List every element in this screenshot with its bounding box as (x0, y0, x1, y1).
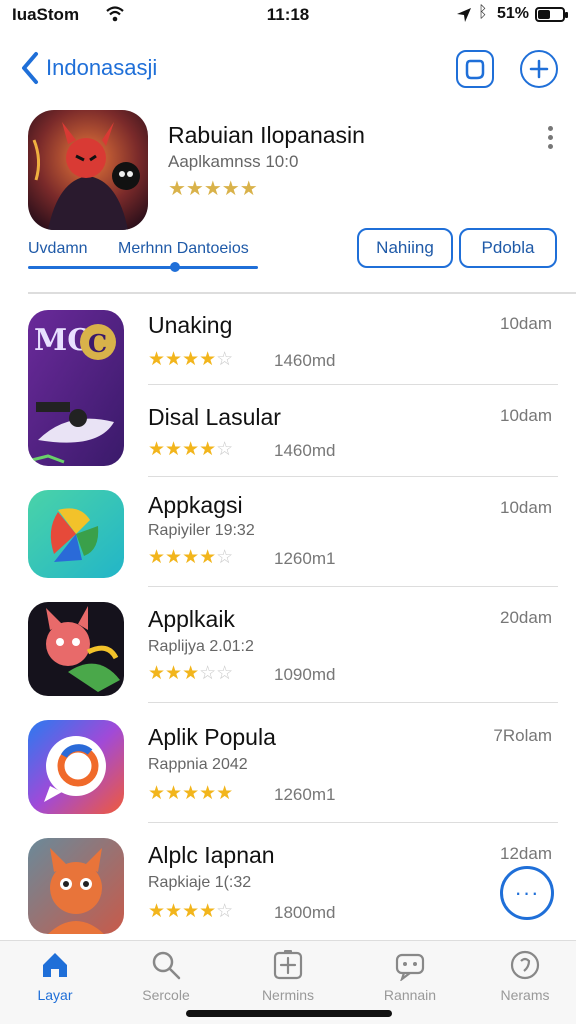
stars-filled: ★★★★ (148, 349, 217, 370)
app-rating: ★★★★★ (148, 782, 233, 805)
stars-filled: ★★★★ (148, 439, 217, 460)
tab-label: Sercole (142, 987, 190, 1003)
app-title: Aplik Popula (148, 724, 276, 750)
tab-label: Layar (37, 987, 73, 1003)
profile-icon (510, 950, 540, 980)
app-count: 1260m1 (274, 549, 336, 568)
row-divider (148, 822, 558, 823)
app-time: 12dam (500, 844, 552, 863)
home-icon (43, 953, 67, 977)
app-subtitle: Rapkiaje 1(:32 (148, 874, 252, 891)
row-divider (148, 702, 558, 703)
tab-add[interactable]: Nermins (243, 949, 333, 1003)
tab-left[interactable]: Uvdamn (28, 240, 88, 258)
stars-empty: ☆☆ (199, 663, 234, 684)
featured-app: Rabuian Ilopanasin Aaplkamnss 10:0 ★★★★★… (28, 110, 558, 290)
status-bar: IuaStom 11:18 ᛒ 51% (0, 0, 576, 30)
app-count: 1090md (274, 665, 336, 684)
app-time: 7Rolam (493, 726, 552, 745)
add-button[interactable] (520, 50, 558, 88)
chevron-left-icon (22, 52, 38, 84)
app-subtitle: Rapiyiler 19:32 (148, 522, 255, 539)
battery-icon (535, 7, 568, 22)
battery-level-fill (538, 10, 551, 19)
devil-character-icon (28, 110, 148, 230)
pill-button-one[interactable]: Nahiing (357, 228, 453, 268)
bluetooth-icon: ᛒ (478, 4, 488, 21)
tab-messages[interactable]: Rannain (365, 949, 455, 1003)
progress-slider[interactable] (28, 262, 258, 272)
game-art-icon-purple[interactable]: MO C (28, 310, 124, 466)
stars-empty: ☆ (216, 349, 234, 370)
row-divider (148, 586, 558, 587)
slider-knob[interactable] (170, 262, 181, 272)
tab-label: Nermins (261, 987, 315, 1003)
app-time: 10dam (500, 498, 552, 517)
back-button[interactable]: Indonasasji (18, 50, 157, 86)
app-title: Applkaik (148, 606, 235, 632)
home-indicator (186, 1010, 392, 1017)
app-count: 1460md (274, 351, 336, 370)
tab-profile[interactable]: Nerams (480, 949, 570, 1003)
plus-square-icon (273, 950, 303, 980)
chat-ring-icon[interactable] (28, 720, 124, 814)
cat-character-icon[interactable] (28, 838, 124, 934)
app-subtitle: Raplijya 2.01:2 (148, 638, 254, 655)
more-fab-button[interactable]: ··· (500, 866, 554, 920)
svg-text:C: C (88, 329, 107, 358)
back-label: Indonasasji (46, 55, 158, 80)
stars-empty: ☆ (216, 547, 234, 568)
pinwheel-icon[interactable] (28, 490, 124, 578)
clock-time: 11:18 (266, 5, 310, 24)
app-rating: ★★★★☆ (148, 900, 233, 923)
plus-icon (529, 59, 549, 79)
row-divider (148, 384, 558, 385)
app-title: Appkagsi (148, 492, 243, 518)
chat-icon (395, 953, 425, 981)
tab-label: Nerams (500, 987, 550, 1003)
stars-empty: ☆ (216, 439, 234, 460)
app-count: 1460md (274, 441, 336, 460)
stars-filled: ★★★★★ (148, 783, 234, 804)
tab-label: Rannain (383, 987, 437, 1003)
app-count: 1800md (274, 903, 336, 922)
app-count: 1260m1 (274, 785, 336, 804)
app-rating: ★★★☆☆ (148, 662, 233, 685)
navigation-bar: Indonasasji (0, 40, 576, 100)
search-icon (152, 951, 181, 980)
square-icon (465, 59, 485, 80)
app-rating: ★★★★☆ (148, 348, 233, 371)
fox-character-icon[interactable] (28, 602, 124, 696)
featured-app-subtitle: Aaplkamnss 10:0 (168, 152, 299, 171)
tab-layar[interactable]: Layar (10, 949, 100, 1003)
pill-button-two[interactable]: Pdobla (459, 228, 557, 268)
app-time: 20dam (500, 608, 552, 627)
stars-filled: ★★★ (148, 663, 200, 684)
tab-right[interactable]: Merhnn Dantoeios (118, 240, 249, 258)
app-subtitle: Rappnia 2042 (148, 756, 248, 773)
stars-empty: ☆ (216, 901, 234, 922)
app-rating: ★★★★☆ (148, 546, 233, 569)
featured-app-icon[interactable] (28, 110, 148, 230)
app-title: Unaking (148, 312, 233, 338)
more-options-icon[interactable] (548, 126, 554, 152)
row-divider (148, 476, 558, 477)
app-rating: ★★★★☆ (148, 438, 233, 461)
square-button[interactable] (456, 50, 494, 88)
section-divider (28, 292, 576, 294)
app-time: 10dam (500, 314, 552, 333)
stars-filled: ★★★★ (148, 901, 217, 922)
featured-app-rating: ★★★★★ (168, 176, 258, 201)
battery-percentage: 51% (497, 5, 530, 22)
featured-app-title: Rabuian Ilopanasin (168, 122, 365, 148)
tab-search[interactable]: Sercole (121, 949, 211, 1003)
stars-filled: ★★★★ (148, 547, 217, 568)
location-arrow-icon (457, 8, 471, 22)
rating-stars: ★★★★★ (168, 178, 258, 200)
app-time: 10dam (500, 406, 552, 425)
app-title: Alplc Iapnan (148, 842, 275, 868)
app-title: Disal Lasular (148, 404, 281, 430)
